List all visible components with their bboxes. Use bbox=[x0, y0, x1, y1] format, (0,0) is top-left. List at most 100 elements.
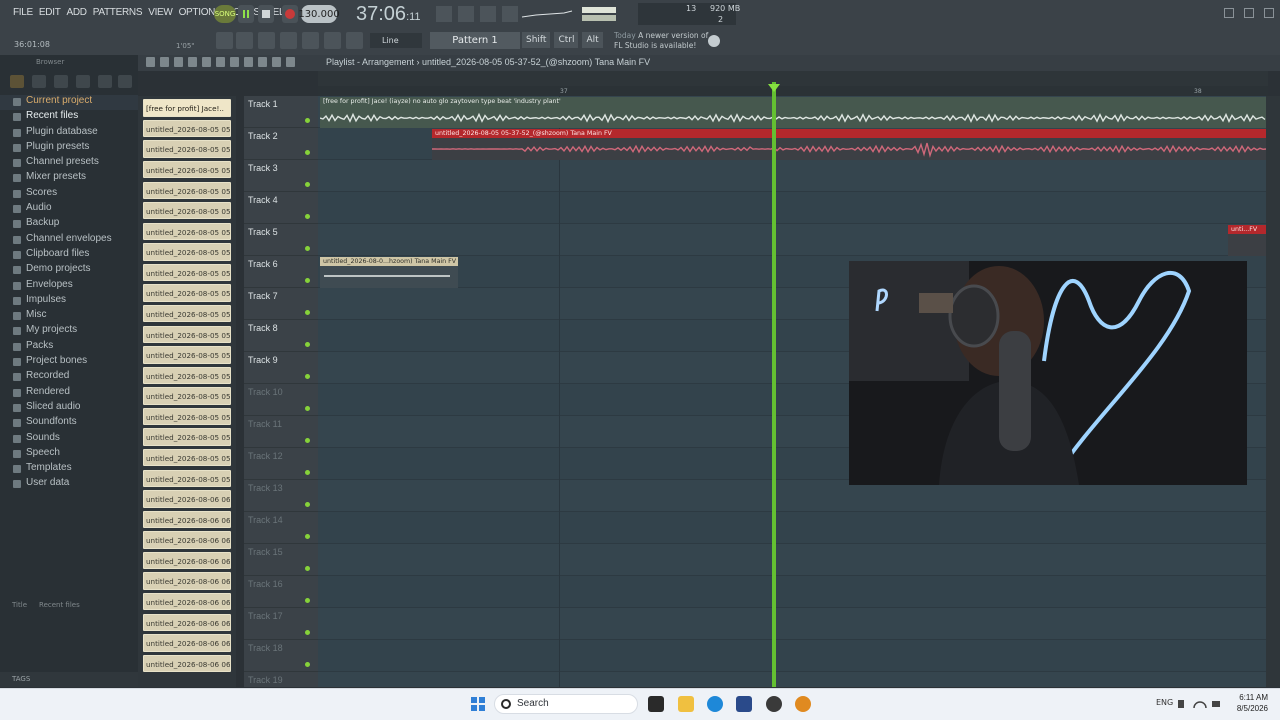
picker-clip[interactable]: untitled_2026-08-05 05-... bbox=[143, 181, 231, 199]
tags-bar[interactable]: TAGS bbox=[0, 672, 138, 687]
volume-icon[interactable] bbox=[1212, 701, 1220, 707]
shift-button[interactable]: Shift bbox=[522, 32, 551, 48]
app-icon[interactable] bbox=[766, 696, 782, 712]
browser-item-packs[interactable]: Packs bbox=[0, 340, 138, 355]
track-mute-led[interactable] bbox=[305, 150, 310, 155]
picker-clip[interactable]: untitled_2026-08-05 05-... bbox=[143, 140, 231, 158]
picker-clip[interactable]: untitled_2026-08-06 06-... bbox=[143, 572, 231, 590]
globe-icon[interactable] bbox=[708, 35, 720, 47]
picker-clip[interactable]: untitled_2026-08-06 06-... bbox=[143, 593, 231, 611]
picker-clip[interactable]: untitled_2026-08-06 06-... bbox=[143, 654, 231, 673]
browser-item-user-data[interactable]: User data bbox=[0, 477, 138, 492]
browser-item-recorded[interactable]: Recorded bbox=[0, 370, 138, 385]
typing-keyboard-icon[interactable] bbox=[436, 6, 452, 22]
track-lane[interactable] bbox=[318, 640, 1266, 672]
track-header[interactable]: Track 8 bbox=[244, 320, 318, 352]
browser-item-sounds[interactable]: Sounds bbox=[0, 432, 138, 447]
playhead-marker[interactable] bbox=[768, 84, 780, 92]
audio-filter-icon[interactable] bbox=[76, 75, 90, 88]
playback-icon[interactable] bbox=[286, 57, 295, 67]
picker-clip[interactable]: untitled_2026-08-06 06-... bbox=[143, 613, 231, 632]
stop-button[interactable] bbox=[258, 5, 274, 23]
plugin-filter-icon[interactable] bbox=[54, 75, 68, 88]
windows-start-icon[interactable] bbox=[470, 696, 486, 712]
close-icon[interactable] bbox=[1264, 8, 1274, 18]
browser-item-channel-envelopes[interactable]: Channel envelopes bbox=[0, 233, 138, 248]
track-header[interactable]: Track 11 bbox=[244, 416, 318, 448]
audio-clip-track5[interactable]: unti...FV bbox=[1228, 225, 1266, 256]
delete-icon[interactable] bbox=[202, 57, 211, 67]
picker-clip[interactable]: untitled_2026-08-05 05-... bbox=[143, 346, 231, 364]
magnet-icon[interactable] bbox=[160, 57, 169, 67]
track-lane[interactable] bbox=[318, 160, 1266, 192]
audio-clip-track2[interactable]: untitled_2026-08-05 05-37-52_(@shzoom) T… bbox=[432, 129, 1266, 160]
mixer-icon[interactable] bbox=[302, 32, 319, 49]
track-mute-led[interactable] bbox=[305, 118, 310, 123]
pause-button[interactable] bbox=[238, 5, 254, 23]
system-tray[interactable]: ENG bbox=[1156, 698, 1173, 707]
browser-item-scores[interactable]: Scores bbox=[0, 187, 138, 202]
picker-clip[interactable]: untitled_2026-08-06 06-... bbox=[143, 551, 231, 570]
browser-item-clipboard-files[interactable]: Clipboard files bbox=[0, 248, 138, 263]
browser-item-speech[interactable]: Speech bbox=[0, 447, 138, 462]
menu-arrow-icon[interactable] bbox=[146, 57, 155, 67]
maximize-icon[interactable] bbox=[1244, 8, 1254, 18]
track-mute-led[interactable] bbox=[305, 470, 310, 475]
picker-clip[interactable]: untitled_2026-08-05 05-... bbox=[143, 263, 231, 282]
song-position-display[interactable]: 37:06:11 bbox=[356, 3, 421, 26]
track-mute-led[interactable] bbox=[305, 406, 310, 411]
store-icon[interactable] bbox=[736, 696, 752, 712]
snap-icon[interactable] bbox=[216, 32, 233, 49]
track-header[interactable]: Track 6 bbox=[244, 256, 318, 288]
track-mute-led[interactable] bbox=[305, 182, 310, 187]
metronome-icon[interactable] bbox=[458, 6, 474, 22]
track-header[interactable]: Track 14 bbox=[244, 512, 318, 544]
track-lane[interactable] bbox=[318, 608, 1266, 640]
alt-button[interactable]: Alt bbox=[582, 32, 603, 48]
cloud-icon[interactable] bbox=[98, 75, 112, 88]
track-lane[interactable] bbox=[318, 224, 1266, 256]
browser-item-templates[interactable]: Templates bbox=[0, 462, 138, 477]
picker-clip[interactable]: untitled_2026-08-06 06-... bbox=[143, 531, 231, 549]
track-mute-led[interactable] bbox=[305, 662, 310, 667]
track-mute-led[interactable] bbox=[305, 534, 310, 539]
track-header[interactable]: Track 7 bbox=[244, 288, 318, 320]
ctrl-button[interactable]: Ctrl bbox=[554, 32, 579, 48]
picker-clip[interactable]: untitled_2026-08-05 05-... bbox=[143, 407, 231, 426]
track-mute-led[interactable] bbox=[305, 598, 310, 603]
browser-item-plugin-presets[interactable]: Plugin presets bbox=[0, 141, 138, 156]
slip-icon[interactable] bbox=[230, 57, 239, 67]
track-header[interactable]: Track 3 bbox=[244, 160, 318, 192]
select-icon[interactable] bbox=[258, 57, 267, 67]
fl-studio-icon[interactable] bbox=[795, 696, 811, 712]
slice-icon[interactable] bbox=[244, 57, 253, 67]
track-mute-led[interactable] bbox=[305, 214, 310, 219]
browser-item-backup[interactable]: Backup bbox=[0, 217, 138, 232]
browser-options-icon[interactable] bbox=[10, 75, 24, 88]
track-mute-led[interactable] bbox=[305, 630, 310, 635]
browser-item-channel-presets[interactable]: Channel presets bbox=[0, 156, 138, 171]
vertical-scrollbar[interactable] bbox=[1266, 96, 1280, 687]
wifi-icon[interactable] bbox=[1193, 701, 1207, 709]
edge-icon[interactable] bbox=[707, 696, 723, 712]
track-mute-led[interactable] bbox=[305, 246, 310, 251]
countdown-icon[interactable] bbox=[502, 6, 518, 22]
picker-clip[interactable]: untitled_2026-08-05 05-... bbox=[143, 160, 231, 179]
picker-clip[interactable]: untitled_2026-08-06 06-... bbox=[143, 510, 231, 529]
taskbar-clock[interactable]: 6:11 AM 8/5/2026 bbox=[1228, 692, 1268, 714]
track-header[interactable]: Track 4 bbox=[244, 192, 318, 224]
track-mute-led[interactable] bbox=[305, 438, 310, 443]
ruler-bar[interactable] bbox=[318, 86, 1268, 96]
picker-clip[interactable]: untitled_2026-08-05 05-... bbox=[143, 428, 231, 446]
menu-add[interactable]: ADD bbox=[64, 7, 90, 18]
track-header[interactable]: Track 10 bbox=[244, 384, 318, 416]
track-lane[interactable] bbox=[318, 192, 1266, 224]
brush-icon[interactable] bbox=[188, 57, 197, 67]
track-header[interactable]: Track 12 bbox=[244, 448, 318, 480]
browser-item-project-bones[interactable]: Project bones bbox=[0, 355, 138, 370]
track-header[interactable]: Track 13 bbox=[244, 480, 318, 512]
pencil-icon[interactable] bbox=[174, 57, 183, 67]
record-button[interactable] bbox=[282, 5, 298, 23]
picker-clip[interactable]: untitled_2026-08-06 06-... bbox=[143, 634, 231, 652]
pattern-selector[interactable]: Pattern 1 bbox=[430, 32, 520, 49]
